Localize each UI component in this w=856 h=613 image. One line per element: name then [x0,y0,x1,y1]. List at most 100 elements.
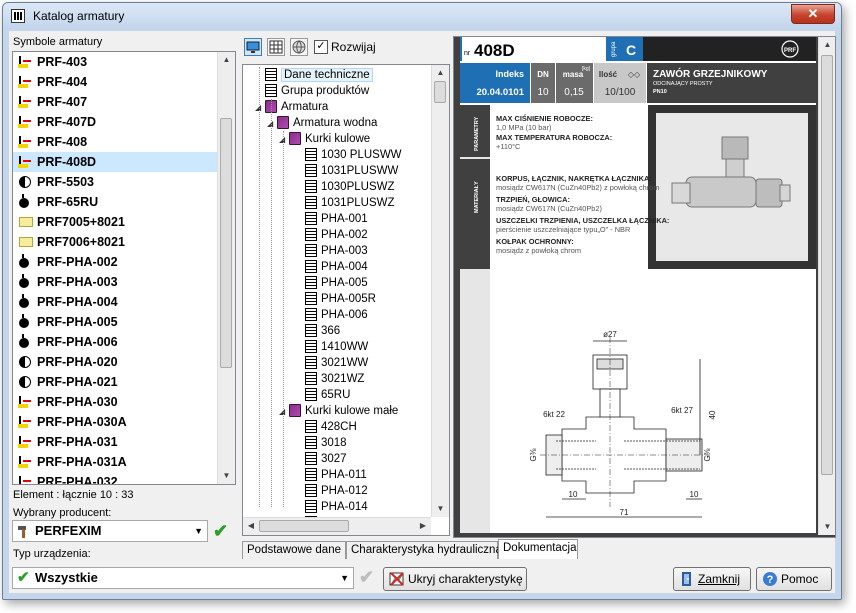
tree-leaf-node[interactable]: 1031PLUSWW [305,163,398,179]
symbol-list-item[interactable]: PRF-408 [13,132,217,152]
symbol-label: PRF-5503 [37,175,94,189]
tree-folder-node[interactable]: ◢ Kurki kulowe małe [279,403,398,419]
tree-leaf-node[interactable]: 1410WW [305,339,368,355]
hide-characteristic-button[interactable]: Ukryj charakterystykę [383,567,527,591]
tab-hydraulic[interactable]: Charakterystyka hydrauliczna [346,541,502,559]
tree-leaf-node[interactable]: PHA-005R [305,291,376,307]
scroll-up-arrow[interactable]: ▲ [432,65,449,81]
symbol-list-item[interactable]: PRF-407D [13,112,217,132]
tree-leaf-node[interactable]: 3021WZ [305,371,364,387]
confirm-producer-check-icon[interactable]: ✔ [213,522,231,540]
tree-leaf-node[interactable]: PHA-005 [305,275,368,291]
tab-basic-data[interactable]: Podstawowe dane [242,541,346,559]
client-area: Symbole armatury PRF-403 PRF-404 PRF-407 PR… [9,31,836,593]
symbol-list-item[interactable]: PRF-408D [13,152,217,172]
document-icon [305,468,317,482]
expand-arrow-icon[interactable]: ◢ [279,404,289,420]
scroll-right-arrow[interactable]: ▶ [415,518,431,534]
symbols-scrollbar[interactable]: ▲ ▼ [217,52,235,484]
tree-hscrollbar[interactable]: ◀ ▶ [243,517,431,535]
tree-folder-node[interactable]: ◢ Armatura wodna [267,115,377,131]
symbol-list-item[interactable]: PRF7006+8021 [13,232,217,252]
tree-node-label: 3021WZ [321,373,365,385]
producer-select[interactable]: PERFEXIM ▼ [12,520,208,542]
tree-leaf-node[interactable]: 1030PLUSWZ [305,179,395,195]
tree-leaf-node[interactable]: 1031PLUSWZ [305,195,395,211]
symbol-list-item[interactable]: PRF-407 [13,92,217,112]
check-icon: ✔ [17,569,30,586]
expand-arrow-icon[interactable]: ◢ [267,116,277,132]
symbol-list-item[interactable]: PRF-404 [13,72,217,92]
scroll-up-arrow[interactable]: ▲ [819,37,835,53]
tree-leaf-node[interactable]: 428CH [305,419,357,435]
tree-leaf-node[interactable]: 366 [305,323,340,339]
symbol-list-item[interactable]: PRF-PHA-002 [13,252,217,272]
tree-node-label: 428CH [321,421,357,433]
tree-leaf-node[interactable]: Grupa produktów [265,83,369,99]
tree-leaf-node[interactable]: 3018 [305,435,347,451]
scroll-thumb[interactable] [220,118,232,368]
document-icon [305,356,317,370]
help-button[interactable]: ? Pomoc [756,567,832,591]
scroll-thumb[interactable] [259,520,349,532]
monitor-view-button[interactable] [244,38,262,56]
confirm-device-check-icon[interactable]: ✔ [359,568,377,586]
symbol-list-item[interactable]: PRF-PHA-004 [13,292,217,312]
tree-leaf-node[interactable]: 3027 [305,451,347,467]
symbol-list-item[interactable]: PRF-PHA-032 [13,472,217,484]
symbol-list-item[interactable]: PRF-5503 [13,172,217,192]
symbol-list-item[interactable]: PRF-403 [13,52,217,72]
close-button[interactable]: Zamknij [673,567,751,591]
tree-leaf-node[interactable]: PHA-001 [305,211,368,227]
symbol-list-item[interactable]: PRF-PHA-006 [13,332,217,352]
symbol-list-item[interactable]: PRF-65RU [13,192,217,212]
expand-arrow-icon[interactable]: ◢ [255,100,265,116]
tree-folder-node[interactable]: ◢ Armatura [255,99,328,115]
tree-leaf-node[interactable]: 1030 PLUSWW [305,147,402,163]
symbol-list-item[interactable]: PRF-PHA-020 [13,352,217,372]
tree-leaf-node[interactable]: 3021WW [305,355,368,371]
symbol-list-item[interactable]: PRF-PHA-031A [13,452,217,472]
tree-leaf-node[interactable]: 65RU [305,387,350,403]
globe-view-button[interactable] [290,38,308,56]
scroll-thumb[interactable] [434,81,446,103]
tree-vscrollbar[interactable]: ▲ ▼ [431,65,449,517]
scroll-down-arrow[interactable]: ▼ [819,519,835,535]
expand-checkbox[interactable]: ✓ [314,40,328,54]
catalog-tree[interactable]: Dane techniczne Grupa produktów ◢ Armatura ◢… [243,65,431,517]
symbols-list[interactable]: PRF-403 PRF-404 PRF-407 PRF-407D PRF-408 PRF-… [13,52,217,484]
spec-value: pierścienie uszczelniające typu„O” - NBR [496,225,630,234]
scroll-left-arrow[interactable]: ◀ [243,518,259,534]
tree-leaf-node[interactable]: PHA-003 [305,243,368,259]
tree-leaf-node[interactable]: PHA-011 [305,467,367,483]
tree-leaf-node[interactable]: PHA-012 [305,483,368,499]
tree-leaf-node[interactable]: PHA-014 [305,499,368,515]
close-window-button[interactable]: ✕ [791,4,835,24]
document-icon [305,308,317,322]
device-type-select[interactable]: ✔ Wszystkie ▼ [12,567,354,589]
symbol-list-item[interactable]: PRF-PHA-030 [13,392,217,412]
tree-leaf-node[interactable]: Dane techniczne [265,67,373,83]
scroll-down-arrow[interactable]: ▼ [218,468,235,484]
tree-node-label: PHA-012 [321,485,368,497]
symbol-list-item[interactable]: PRF-PHA-021 [13,372,217,392]
tab-documentation[interactable]: Dokumentacja [498,539,578,559]
scroll-up-arrow[interactable]: ▲ [218,52,235,68]
tree-leaf-node[interactable]: PHA-002 [305,227,368,243]
symbol-label: PRF-PHA-021 [37,375,118,389]
tree-node-label: PHA-001 [321,213,368,225]
doc-scrollbar[interactable]: ▲ ▼ [818,37,835,535]
document-icon [305,292,317,306]
tree-leaf-node[interactable]: PHA-004 [305,259,368,275]
symbol-list-item[interactable]: PRF-PHA-003 [13,272,217,292]
symbol-list-item[interactable]: PRF-PHA-005 [13,312,217,332]
symbol-list-item[interactable]: PRF-PHA-030A [13,412,217,432]
tree-folder-node[interactable]: ◢ Kurki kulowe [279,131,370,147]
expand-arrow-icon[interactable]: ◢ [279,132,289,148]
tree-leaf-node[interactable]: PHA-006 [305,307,368,323]
symbol-list-item[interactable]: PRF-PHA-031 [13,432,217,452]
symbol-list-item[interactable]: PRF7005+8021 [13,212,217,232]
scroll-down-arrow[interactable]: ▼ [432,501,449,517]
scroll-thumb[interactable] [821,55,833,475]
grid-view-button[interactable] [267,38,285,56]
